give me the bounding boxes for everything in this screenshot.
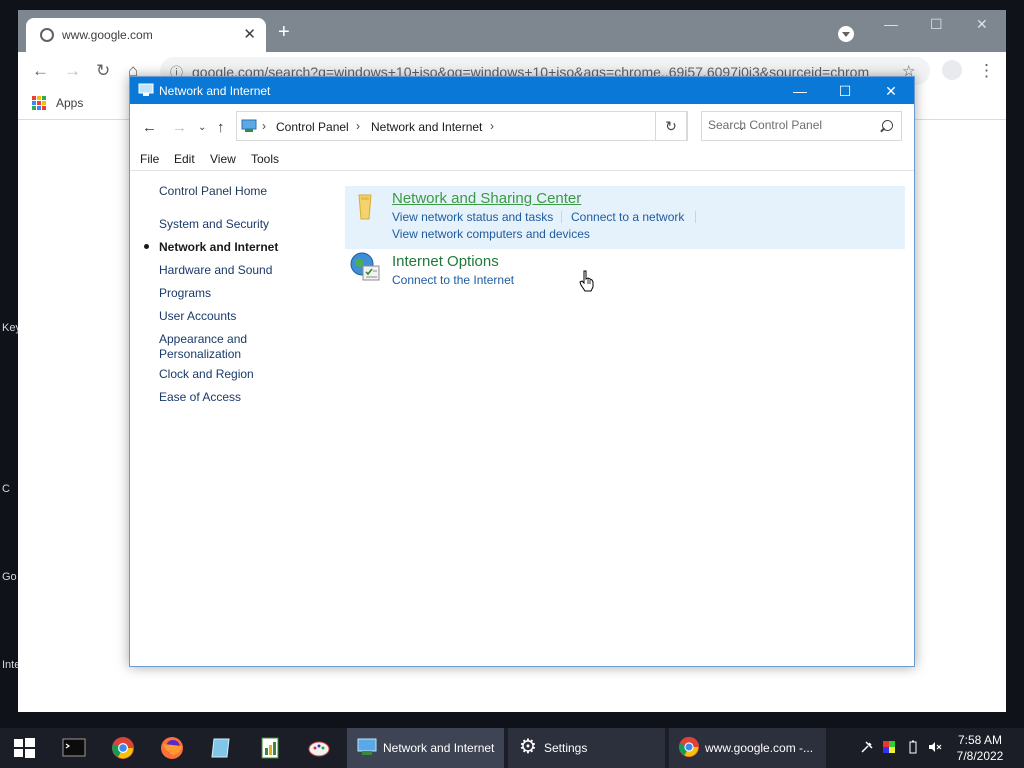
link-separator: [561, 211, 562, 223]
link-separator: [695, 211, 696, 223]
breadcrumb-separator-icon[interactable]: ›: [262, 119, 266, 133]
desktop-icon-label[interactable]: C: [2, 483, 18, 495]
desktop-icon-label[interactable]: Go: [2, 571, 18, 583]
nav-appearance-and-personalization[interactable]: Appearance and Personalization: [159, 332, 269, 362]
gear-icon: ⚙: [519, 736, 537, 758]
desktop-icon-label[interactable]: Inte: [2, 659, 18, 671]
clock-time: 7:58 AM: [957, 733, 1003, 747]
maximize-button[interactable]: ☐: [822, 80, 868, 102]
category-title[interactable]: Internet Options: [392, 253, 499, 270]
kebab-menu-icon[interactable]: ⋮: [978, 61, 995, 81]
terminal-icon[interactable]: [62, 736, 86, 760]
close-tab-icon[interactable]: ✕: [243, 25, 256, 43]
hand-pointer-cursor-icon: [579, 270, 594, 292]
nav-user-accounts[interactable]: User Accounts: [159, 309, 309, 324]
recent-locations-icon[interactable]: ⌄: [198, 122, 206, 133]
left-navigation-pane: Control Panel Home System and Security N…: [130, 172, 340, 666]
minimize-button[interactable]: —: [777, 80, 823, 102]
category-network-and-sharing-center[interactable]: Network and Sharing Center View network …: [345, 186, 905, 249]
breadcrumb-separator-icon[interactable]: ›: [490, 119, 494, 133]
desktop: Key C Go Inte www.google.com ✕ + — ☐ ✕ ←…: [0, 0, 1024, 728]
nav-network-and-internet[interactable]: Network and Internet: [159, 240, 309, 255]
menu-tools[interactable]: Tools: [251, 152, 279, 166]
category-internet-options[interactable]: Internet Options Connect to the Internet: [345, 251, 905, 296]
link-connect-to-network[interactable]: Connect to a network: [571, 210, 684, 224]
refresh-button[interactable]: ↻: [655, 111, 687, 141]
nav-programs[interactable]: Programs: [159, 286, 309, 301]
spreadsheet-app-icon[interactable]: [258, 736, 282, 760]
breadcrumb-separator-icon[interactable]: ›: [356, 119, 360, 133]
taskbar-button-label: Network and Internet: [383, 741, 495, 755]
address-bar[interactable]: › Control Panel › Network and Internet ›…: [236, 111, 746, 141]
window-titlebar[interactable]: Network and Internet — ☐ ✕: [130, 77, 914, 104]
taskbar: Network and Internet ⚙ Settings www.goog…: [0, 728, 1024, 768]
forward-arrow-icon[interactable]: →: [172, 119, 187, 136]
network-sharing-icon: [358, 194, 372, 220]
close-button[interactable]: ✕: [868, 80, 914, 102]
search-icon[interactable]: [882, 120, 893, 131]
internet-options-icon: [350, 252, 380, 281]
control-panel-home-link[interactable]: Control Panel Home: [159, 184, 309, 199]
globe-icon: [40, 28, 54, 42]
link-view-network-status[interactable]: View network status and tasks: [392, 210, 553, 224]
browser-tab-strip: www.google.com ✕ + — ☐ ✕: [18, 10, 1006, 52]
browser-minimize-button[interactable]: —: [884, 16, 898, 32]
back-arrow-icon[interactable]: ←: [32, 61, 49, 81]
nav-ease-of-access[interactable]: Ease of Access: [159, 390, 309, 405]
browser-tab-title: www.google.com: [62, 28, 153, 42]
window-title: Network and Internet: [159, 84, 271, 98]
search-box[interactable]: [701, 111, 902, 141]
tab-search-icon[interactable]: [838, 26, 854, 42]
search-input[interactable]: [708, 118, 876, 132]
back-arrow-icon[interactable]: ←: [142, 119, 157, 136]
nav-system-and-security[interactable]: System and Security: [159, 217, 309, 232]
nav-hardware-and-sound[interactable]: Hardware and Sound: [159, 263, 309, 278]
menu-bar: File Edit View Tools: [130, 152, 914, 171]
category-title[interactable]: Network and Sharing Center: [392, 190, 581, 207]
profile-avatar-icon[interactable]: [942, 60, 962, 80]
taskbar-button-settings[interactable]: ⚙ Settings: [508, 728, 665, 768]
menu-file[interactable]: File: [140, 152, 159, 166]
browser-maximize-button[interactable]: ☐: [930, 16, 943, 33]
chrome-icon[interactable]: [111, 736, 135, 760]
menu-view[interactable]: View: [210, 152, 236, 166]
control-panel-window: Network and Internet — ☐ ✕ ← → ⌄ ↑ › Con…: [129, 76, 915, 667]
windows-start-icon[interactable]: [12, 736, 36, 760]
link-connect-to-internet[interactable]: Connect to the Internet: [392, 273, 514, 287]
browser-close-button[interactable]: ✕: [976, 16, 988, 33]
taskbar-button-label: Settings: [544, 741, 588, 755]
up-arrow-icon[interactable]: ↑: [217, 119, 225, 136]
taskbar-button-label: www.google.com -...: [705, 741, 814, 755]
new-tab-button[interactable]: +: [278, 22, 290, 42]
paint-app-icon[interactable]: [307, 736, 331, 760]
desktop-icon-label[interactable]: Key: [2, 322, 18, 334]
breadcrumb-network-and-internet[interactable]: Network and Internet: [371, 120, 482, 134]
link-view-network-computers[interactable]: View network computers and devices: [392, 227, 590, 241]
reload-icon[interactable]: ↻: [96, 61, 110, 81]
apps-grid-icon[interactable]: [32, 96, 46, 110]
browser-tab[interactable]: www.google.com ✕: [26, 18, 266, 52]
navigation-bar: ← → ⌄ ↑ › Control Panel › Network and In…: [130, 104, 914, 152]
volume-muted-icon[interactable]: [928, 740, 942, 754]
tray-display-icon[interactable]: [882, 740, 896, 754]
notes-app-icon[interactable]: [209, 736, 233, 760]
control-panel-icon: [241, 119, 257, 132]
control-panel-icon: [357, 738, 377, 755]
main-content-pane: Network and Sharing Center View network …: [345, 172, 913, 666]
taskbar-clock[interactable]: 7:58 AM 7/8/2022: [952, 732, 1008, 764]
battery-icon[interactable]: [906, 740, 920, 754]
breadcrumb-control-panel[interactable]: Control Panel: [276, 120, 349, 134]
firefox-icon[interactable]: [160, 736, 184, 760]
taskbar-button-chrome[interactable]: www.google.com -...: [669, 728, 826, 768]
nav-clock-and-region[interactable]: Clock and Region: [159, 367, 309, 382]
taskbar-button-network-and-internet[interactable]: Network and Internet: [347, 728, 504, 768]
clock-date: 7/8/2022: [956, 749, 1004, 763]
tray-tool-icon[interactable]: [860, 740, 874, 754]
menu-edit[interactable]: Edit: [174, 152, 195, 166]
control-panel-icon: [138, 83, 154, 96]
forward-arrow-icon[interactable]: →: [64, 61, 81, 81]
chrome-icon: [678, 736, 700, 758]
apps-bookmark[interactable]: Apps: [56, 96, 83, 110]
current-item-bullet-icon: [144, 244, 149, 249]
